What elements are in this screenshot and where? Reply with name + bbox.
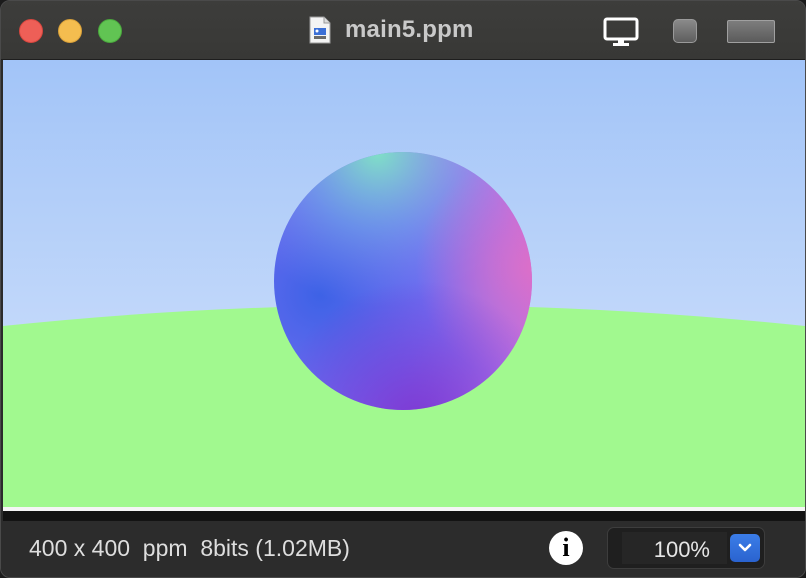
status-bar: 400 x 400 ppm 8bits (1.02MB) i 100%	[1, 521, 805, 577]
title-bar[interactable]: main5.ppm	[1, 1, 805, 60]
window-title-text: main5.ppm	[345, 16, 474, 43]
image-info-text: 400 x 400 ppm 8bits (1.02MB)	[29, 535, 350, 561]
window-title: main5.ppm	[309, 15, 474, 45]
document-icon	[309, 16, 331, 44]
image-viewer-window: main5.ppm 400 x 400 ppm 8bits (1.02MB) i…	[0, 0, 806, 578]
sphere	[274, 152, 532, 410]
window-resize-button[interactable]	[727, 20, 775, 43]
zoom-dropdown-button[interactable]	[730, 534, 760, 562]
chevron-down-icon	[738, 543, 752, 552]
rendered-image	[3, 60, 805, 509]
zoom-button[interactable]	[98, 19, 122, 43]
close-button[interactable]	[19, 19, 43, 43]
zoom-control[interactable]: 100%	[607, 527, 765, 569]
info-icon[interactable]: i	[549, 531, 583, 565]
minimize-button[interactable]	[58, 19, 82, 43]
window-mode-button[interactable]	[673, 19, 697, 43]
zoom-value[interactable]: 100%	[654, 537, 710, 563]
image-canvas[interactable]	[3, 60, 805, 509]
monitor-icon[interactable]	[603, 17, 639, 47]
